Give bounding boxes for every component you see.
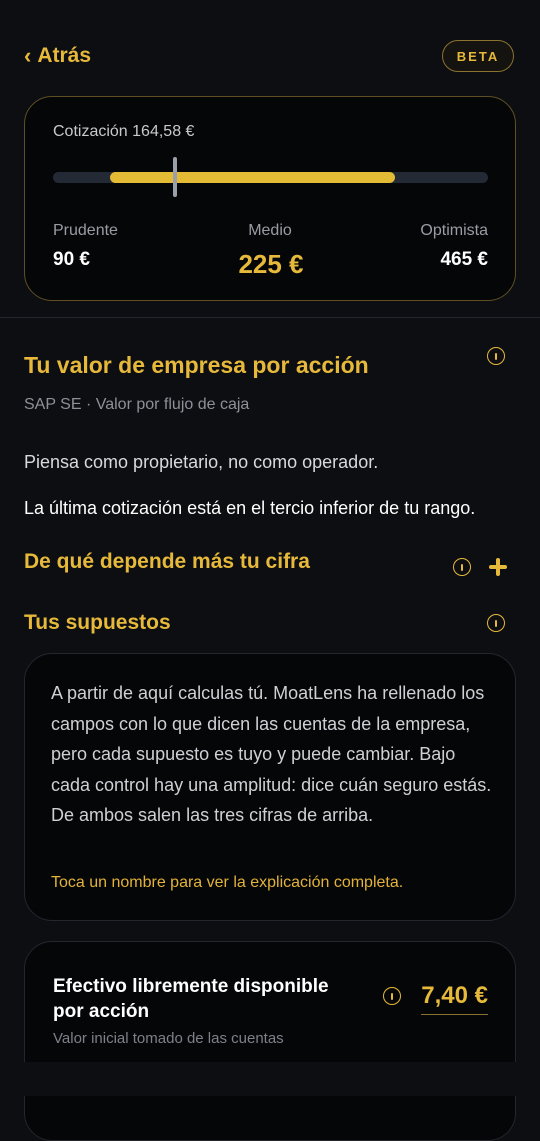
chevron-left-icon: ‹	[24, 43, 32, 68]
prudent-label: Prudente	[53, 222, 118, 239]
fcf-value-input[interactable]: 7,40 €	[421, 982, 488, 1015]
back-button[interactable]: ‹ Atrás	[24, 44, 91, 68]
valuation-card: Cotización 164,58 € Prudente 90 € Medio …	[24, 96, 516, 301]
info-icon[interactable]	[453, 558, 471, 576]
fcf-name[interactable]: Efectivo libremente disponible por acció…	[53, 974, 353, 1024]
back-label: Atrás	[37, 44, 92, 67]
range-track	[53, 157, 488, 197]
info-icon[interactable]	[487, 614, 505, 632]
medium-value: 225 €	[238, 249, 304, 279]
divider	[0, 317, 540, 318]
optimist-value: 465 €	[440, 249, 488, 270]
beta-badge[interactable]: BETA	[442, 40, 514, 72]
top-bar: ‹ Atrás BETA	[0, 0, 540, 100]
quote-position-paragraph: La última cotización está en el tercio i…	[24, 498, 476, 518]
prudent-value: 90 €	[53, 249, 90, 270]
company-subtitle: SAP SE · Valor por flujo de caja	[24, 396, 250, 413]
assumptions-title[interactable]: Tus supuestos	[24, 611, 171, 635]
depends-title[interactable]: De qué depende más tu cifra	[24, 550, 310, 574]
expand-plus-icon[interactable]	[487, 556, 509, 578]
section-title[interactable]: Tu valor de empresa por acción	[24, 352, 369, 379]
explanation-card: A partir de aquí calculas tú. MoatLens h…	[24, 653, 516, 921]
medium-label: Medio	[248, 222, 292, 239]
explanation-hint: Toca un nombre para ver la explicación c…	[51, 874, 404, 891]
info-icon[interactable]	[383, 987, 401, 1005]
bottom-nav-area	[0, 1062, 540, 1096]
info-icon[interactable]	[487, 347, 505, 365]
optimist-label: Optimista	[420, 222, 488, 239]
explanation-text: A partir de aquí calculas tú. MoatLens h…	[51, 683, 492, 825]
quote-marker	[173, 157, 178, 197]
fcf-note: Valor inicial tomado de las cuentas	[53, 1030, 284, 1047]
quote-label: Cotización 164,58 €	[53, 123, 195, 140]
fcf-assumption-card: Efectivo libremente disponible por acció…	[24, 941, 516, 1141]
value-range-bar	[109, 172, 396, 183]
owner-paragraph: Piensa como propietario, no como operado…	[24, 452, 379, 472]
